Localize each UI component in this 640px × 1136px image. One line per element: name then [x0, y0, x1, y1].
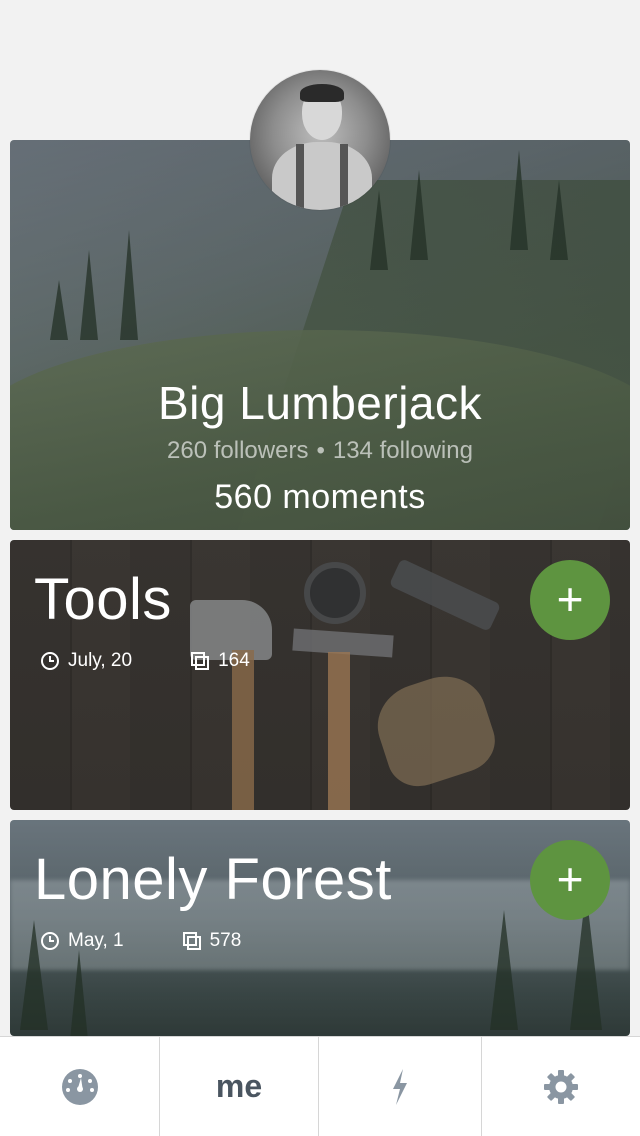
- card-date-text: May, 1: [68, 930, 124, 951]
- photos-icon: [191, 652, 210, 670]
- photos-icon: [182, 932, 201, 950]
- profile-name: Big Lumberjack: [157, 377, 483, 429]
- tab-me-label: me: [215, 1068, 263, 1104]
- followers-count[interactable]: 260 followers: [167, 437, 308, 464]
- dashboard-icon: [61, 1068, 98, 1105]
- tab-activity[interactable]: [319, 1037, 482, 1136]
- card-photo-count: 164: [190, 650, 250, 672]
- background-tree: [50, 280, 68, 340]
- moments-count: 560 moments: [214, 478, 426, 516]
- background-tree: [550, 180, 568, 260]
- add-moment-button[interactable]: +: [530, 560, 610, 640]
- moment-card-tools[interactable]: Tools July, 20 164 +: [10, 540, 630, 810]
- clock-icon: [41, 932, 59, 950]
- flashlight-image: [388, 558, 502, 632]
- background-tree: [120, 230, 138, 340]
- avatar[interactable]: [250, 70, 390, 210]
- avatar-body: [272, 142, 372, 210]
- add-moment-button[interactable]: +: [530, 840, 610, 920]
- tab-me[interactable]: me: [160, 1037, 319, 1136]
- tab-dashboard[interactable]: [0, 1037, 160, 1136]
- hammer-handle-image: [328, 652, 350, 810]
- tape-measure-image: [304, 562, 366, 624]
- card-date: July, 20: [40, 650, 132, 672]
- following-count[interactable]: 134 following: [333, 437, 473, 464]
- profile-stats: 260 followers • 134 following: [10, 437, 630, 465]
- card-meta: July, 20 164: [40, 650, 250, 672]
- avatar-strap: [340, 144, 348, 210]
- glove-image: [367, 665, 503, 795]
- clock-icon: [41, 652, 59, 670]
- background-tree: [490, 910, 518, 1030]
- card-count-text: 578: [209, 930, 242, 951]
- avatar-strap: [296, 144, 304, 210]
- card-title: Lonely Forest: [34, 847, 392, 912]
- axe-handle-image: [232, 650, 254, 810]
- tab-bar: me: [0, 1036, 640, 1136]
- moment-card-lonely-forest[interactable]: Lonely Forest May, 1 578 +: [10, 820, 630, 1036]
- background-tree: [410, 170, 428, 260]
- lightning-icon: [393, 1068, 407, 1105]
- background-tree: [510, 150, 528, 250]
- card-title: Tools: [34, 567, 172, 632]
- stats-separator: •: [316, 437, 325, 464]
- tab-settings[interactable]: [482, 1037, 640, 1136]
- card-date: May, 1: [40, 930, 124, 952]
- background-tree: [80, 250, 98, 340]
- card-photo-count: 578: [182, 930, 242, 952]
- gear-icon: [544, 1069, 578, 1104]
- card-count-text: 164: [218, 650, 250, 671]
- card-meta: May, 1 578: [40, 930, 241, 952]
- background-tree: [70, 950, 88, 1036]
- background-tree: [370, 190, 388, 270]
- avatar-hair: [300, 84, 344, 102]
- card-date-text: July, 20: [68, 650, 133, 671]
